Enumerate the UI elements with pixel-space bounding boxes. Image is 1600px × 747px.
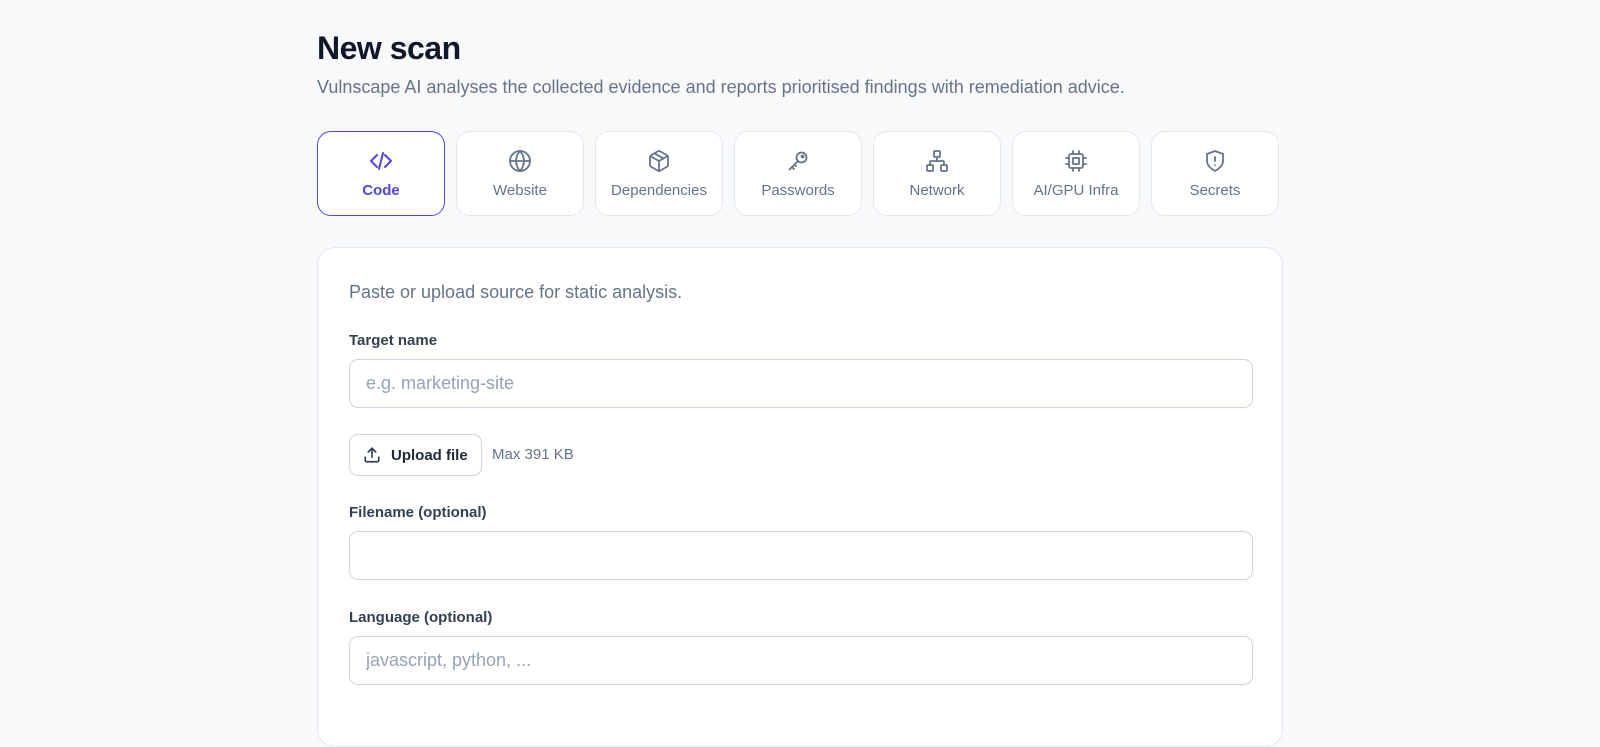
form-description: Paste or upload source for static analys… [349, 282, 683, 302]
globe-icon [509, 149, 531, 172]
filename-label: Filename (optional) [349, 504, 487, 521]
tab-label: Secrets [1189, 181, 1241, 199]
code-icon [370, 151, 392, 170]
tab-label: Code [362, 181, 400, 199]
upload-file-label: Upload file [391, 446, 468, 464]
tab-label: Passwords [761, 181, 835, 199]
tab-website[interactable]: Website [456, 131, 584, 216]
key-icon [788, 151, 808, 170]
network-icon [926, 149, 948, 172]
target-name-input[interactable] [349, 359, 1253, 408]
tab-label: Dependencies [611, 181, 707, 199]
page-subtitle: Vulnscape AI analyses the collected evid… [317, 77, 1125, 97]
upload-max-size: Max 391 KB [492, 446, 574, 463]
package-icon [649, 149, 669, 172]
language-input[interactable] [349, 636, 1253, 685]
tab-code[interactable]: Code [317, 131, 445, 216]
target-name-label: Target name [349, 332, 438, 349]
cpu-chip-icon [1065, 149, 1087, 172]
tab-label: AI/GPU Infra [1033, 181, 1119, 199]
upload-file-button[interactable]: Upload file [349, 434, 482, 476]
scan-form-card: Paste or upload source for static analys… [317, 247, 1283, 747]
tab-ai-gpu-infra[interactable]: AI/GPU Infra [1012, 131, 1140, 216]
tab-passwords[interactable]: Passwords [734, 131, 862, 216]
tab-dependencies[interactable]: Dependencies [595, 131, 723, 216]
tab-network[interactable]: Network [873, 131, 1001, 216]
page-title: New scan [317, 30, 461, 66]
tab-secrets[interactable]: Secrets [1151, 131, 1279, 216]
shield-alert-icon [1206, 149, 1224, 172]
scan-type-tabs: Code Website Dependencies Passwords Netw… [317, 131, 1279, 216]
tab-label: Website [493, 181, 547, 199]
filename-input[interactable] [349, 531, 1253, 580]
upload-icon [364, 447, 380, 463]
tab-label: Network [909, 181, 965, 199]
language-label: Language (optional) [349, 609, 493, 626]
